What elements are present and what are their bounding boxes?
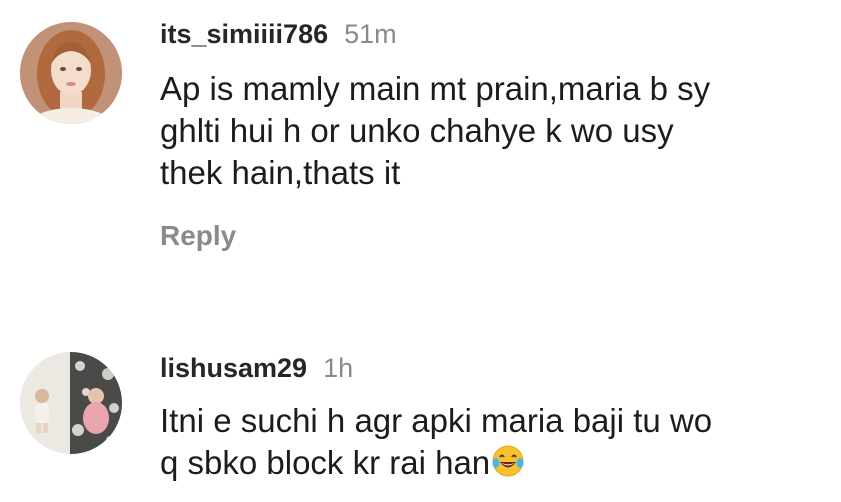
comment-text-line: thek hain,thats it	[160, 154, 401, 191]
comment-meta: lishusam29 1h	[160, 348, 821, 388]
comment-text: Ap is mamly main mt prain,maria b sy ghl…	[160, 68, 820, 194]
timestamp: 51m	[344, 18, 397, 49]
avatar-image	[20, 22, 122, 124]
comment-body: its_simiiii786 51m Ap is mamly main mt p…	[160, 14, 821, 252]
timestamp: 1h	[323, 352, 354, 383]
comment-item: its_simiiii786 51m Ap is mamly main mt p…	[0, 0, 841, 300]
username[interactable]: lishusam29	[160, 353, 307, 384]
avatar-image	[20, 352, 122, 454]
comment-text-line: Itni e suchi h agr apki maria baji tu wo	[160, 402, 713, 439]
comment-body: lishusam29 1h Itni e suchi h agr apki ma…	[160, 348, 821, 484]
avatar[interactable]	[20, 22, 122, 124]
comment-text-segment: q sbko block kr rai han	[160, 444, 491, 481]
comment-text-line: Ap is mamly main mt prain,maria b sy	[160, 70, 711, 107]
comment-text-line-with-emoji: q sbko block kr rai han	[160, 442, 820, 484]
comment-text: Itni e suchi h agr apki maria baji tu wo…	[160, 400, 820, 484]
comment-item: lishusam29 1h Itni e suchi h agr apki ma…	[0, 330, 841, 502]
laughing-crying-emoji-icon	[491, 444, 525, 478]
comment-text-line: ghlti hui h or unko chahye k wo usy	[160, 112, 674, 149]
avatar[interactable]	[20, 352, 122, 454]
comment-meta: its_simiiii786 51m	[160, 14, 821, 54]
username[interactable]: its_simiiii786	[160, 19, 328, 50]
reply-button[interactable]: Reply	[160, 220, 821, 252]
